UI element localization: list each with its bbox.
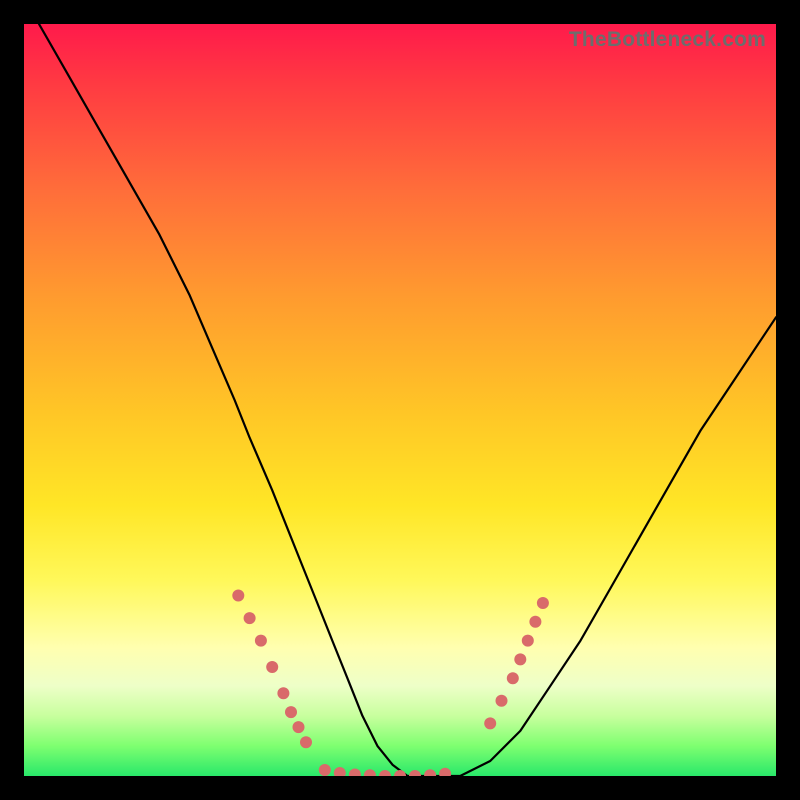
scatter-dot xyxy=(514,653,526,665)
scatter-dot xyxy=(364,769,376,776)
curve-layer xyxy=(39,24,776,776)
scatter-dots xyxy=(232,590,549,777)
scatter-dot xyxy=(522,635,534,647)
scatter-dot xyxy=(244,612,256,624)
scatter-dot xyxy=(349,769,361,777)
bottleneck-curve xyxy=(39,24,776,776)
scatter-dot xyxy=(285,706,297,718)
scatter-dot xyxy=(334,767,346,776)
scatter-dot xyxy=(266,661,278,673)
scatter-dot xyxy=(379,770,391,776)
scatter-dot xyxy=(394,770,406,776)
scatter-dot xyxy=(319,764,331,776)
scatter-dot xyxy=(255,635,267,647)
chart-svg xyxy=(24,24,776,776)
scatter-dot xyxy=(439,768,451,776)
scatter-dot xyxy=(529,616,541,628)
scatter-dot xyxy=(409,770,421,776)
scatter-dot xyxy=(300,736,312,748)
scatter-dot xyxy=(232,590,244,602)
chart-frame: TheBottleneck.com xyxy=(0,0,800,800)
scatter-dot xyxy=(293,721,305,733)
scatter-dot xyxy=(424,769,436,776)
scatter-dot xyxy=(277,687,289,699)
scatter-dot xyxy=(537,597,549,609)
scatter-dot xyxy=(484,717,496,729)
scatter-dot xyxy=(507,672,519,684)
scatter-dot xyxy=(496,695,508,707)
plot-area: TheBottleneck.com xyxy=(24,24,776,776)
